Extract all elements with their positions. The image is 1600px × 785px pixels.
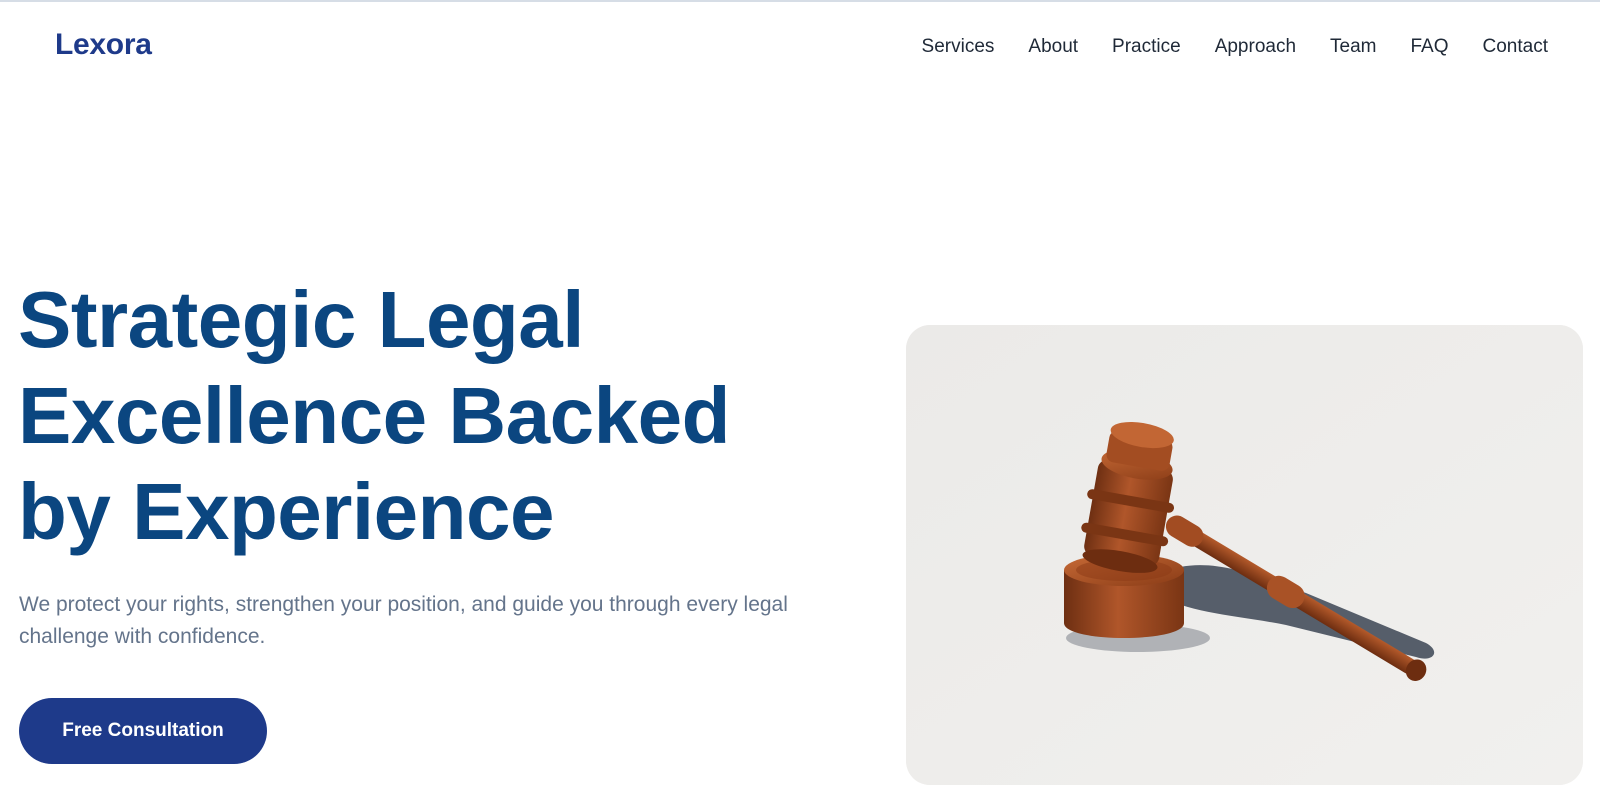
hero-title-line: Excellence Backed xyxy=(18,371,730,460)
hero-subtitle-line: challenge with confidence. xyxy=(19,625,266,648)
hero-title-line: Strategic Legal xyxy=(18,275,585,364)
gavel-illustration xyxy=(906,325,1583,785)
hero-subtitle-line: We protect your rights, strengthen your … xyxy=(19,593,788,616)
hero-title: Strategic Legal Excellence Backed by Exp… xyxy=(18,272,818,560)
nav-item-faq[interactable]: FAQ xyxy=(1411,35,1449,59)
main-nav: Services About Practice Approach Team FA… xyxy=(922,35,1548,59)
nav-item-approach[interactable]: Approach xyxy=(1215,35,1296,59)
top-border xyxy=(0,0,1600,2)
hero-title-line: by Experience xyxy=(18,467,555,556)
hero-subtitle: We protect your rights, strengthen your … xyxy=(19,589,849,653)
gavel-image xyxy=(906,325,1583,785)
nav-item-about[interactable]: About xyxy=(1028,35,1078,59)
brand-logo[interactable]: Lexora xyxy=(55,28,152,62)
free-consultation-button[interactable]: Free Consultation xyxy=(19,698,267,764)
nav-item-contact[interactable]: Contact xyxy=(1483,35,1548,59)
nav-item-practice[interactable]: Practice xyxy=(1112,35,1181,59)
nav-item-services[interactable]: Services xyxy=(922,35,995,59)
nav-item-team[interactable]: Team xyxy=(1330,35,1376,59)
